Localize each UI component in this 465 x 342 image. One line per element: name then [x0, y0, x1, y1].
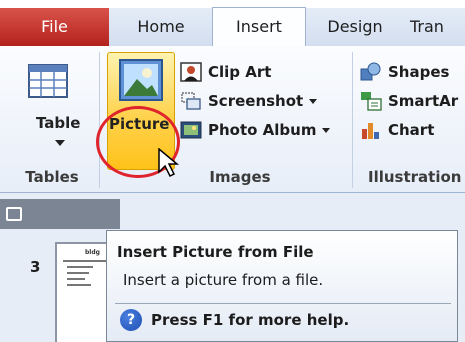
tab-transitions[interactable]: Tran	[410, 8, 465, 46]
thumbnail-text-line	[67, 272, 89, 274]
table-button[interactable]: Table	[20, 56, 96, 164]
smartart-button[interactable]: SmartAr	[360, 88, 458, 114]
tab-home[interactable]: Home	[111, 8, 211, 46]
dropdown-arrow-icon	[55, 140, 65, 146]
chart-label: Chart	[388, 121, 435, 139]
dropdown-arrow-icon	[322, 127, 331, 133]
group-label-images: Images	[209, 168, 271, 186]
photo-album-icon	[180, 121, 202, 139]
clip-art-icon	[180, 62, 202, 82]
group-label-illustrations: Illustration	[368, 168, 462, 186]
tooltip-help-text: Press F1 for more help.	[151, 311, 350, 329]
mouse-cursor-icon	[158, 148, 180, 178]
powerpoint-window: File Home Insert Design Tran Table Table…	[0, 0, 465, 342]
shapes-button[interactable]: Shapes	[360, 59, 449, 85]
thumbnail-text-line	[67, 278, 85, 280]
slide-thumbnail-title: bldg	[85, 249, 100, 256]
picture-icon	[119, 59, 163, 101]
screenshot-label: Screenshot	[208, 92, 304, 110]
help-icon: ?	[120, 309, 142, 331]
slide-view-toggle-icon[interactable]	[6, 207, 22, 221]
smartart-icon	[361, 92, 382, 111]
tooltip-title: Insert Picture from File	[117, 243, 314, 261]
chart-icon	[362, 123, 379, 139]
thumbnail-text-line	[67, 266, 93, 268]
group-label-tables: Tables	[25, 168, 79, 186]
table-button-label: Table	[36, 114, 81, 132]
clip-art-button[interactable]: Clip Art	[180, 59, 271, 85]
dropdown-arrow-icon	[309, 98, 318, 104]
shapes-label: Shapes	[388, 63, 450, 81]
picture-tooltip: Insert Picture from File Insert a pictur…	[106, 230, 458, 342]
ribbon-tab-strip: File Home Insert Design Tran	[0, 7, 465, 47]
screenshot-icon	[181, 92, 201, 110]
screenshot-button[interactable]: Screenshot	[180, 88, 318, 114]
smartart-label: SmartAr	[388, 92, 459, 110]
group-divider	[99, 52, 100, 188]
tooltip-description: Insert a picture from a file.	[123, 271, 324, 289]
thumbnail-text-line	[63, 260, 109, 262]
tab-insert[interactable]: Insert	[212, 7, 306, 47]
tab-design[interactable]: Design	[310, 8, 400, 46]
thumbnail-text-line	[67, 284, 91, 286]
group-divider	[352, 52, 353, 188]
chart-button[interactable]: Chart	[360, 117, 434, 143]
tab-file[interactable]: File	[0, 8, 109, 46]
tooltip-divider	[115, 303, 451, 304]
shapes-icon	[360, 62, 381, 81]
photo-album-button[interactable]: Photo Album	[180, 117, 331, 143]
table-icon	[28, 64, 68, 98]
photo-album-label: Photo Album	[208, 121, 317, 139]
slide-number: 3	[30, 258, 41, 276]
clip-art-label: Clip Art	[208, 63, 272, 81]
